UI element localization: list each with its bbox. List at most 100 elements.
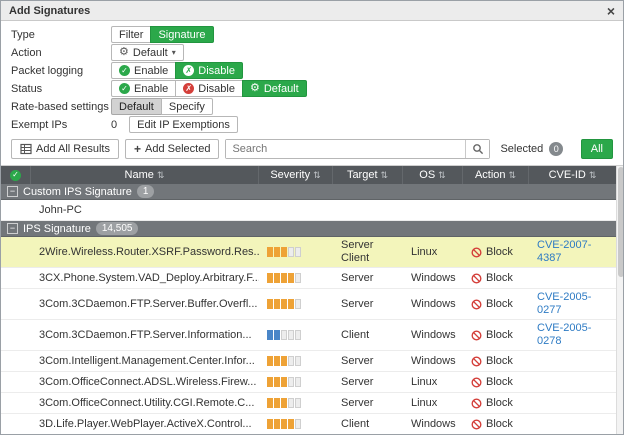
table-row[interactable]: 3Com.3CDaemon.FTP.Server.Information...C… — [1, 320, 616, 351]
search-button[interactable] — [465, 140, 489, 158]
table-toolbar: Add All Results + Add Selected Selected … — [1, 135, 623, 165]
action-cell: Block — [463, 372, 529, 392]
row-select-cell[interactable] — [1, 393, 31, 413]
search-input[interactable] — [226, 140, 465, 158]
signature-name-cell: 3Com.3CDaemon.FTP.Server.Buffer.Overfl..… — [31, 289, 259, 319]
target-value: Server — [341, 272, 373, 285]
group-label: Custom IPS Signature — [23, 186, 132, 198]
action-cell — [463, 200, 529, 220]
table-row[interactable]: 3Com.3CDaemon.FTP.Server.Buffer.Overfl..… — [1, 289, 616, 320]
group-header-row[interactable]: −Custom IPS Signature1 — [1, 184, 616, 200]
status-enable-button[interactable]: ✓ Enable — [111, 80, 176, 97]
add-all-results-button[interactable]: Add All Results — [11, 139, 119, 159]
add-selected-button[interactable]: + Add Selected — [125, 139, 219, 159]
type-signature-button[interactable]: Signature — [150, 26, 213, 43]
table-row[interactable]: 2Wire.Wireless.Router.XSRF.Password.Res.… — [1, 237, 616, 268]
column-header-cve-id[interactable]: CVE-ID ⇅ — [529, 166, 616, 184]
status-default-button[interactable]: ⚙ Default — [242, 80, 307, 97]
signatures-table: ✓ Name ⇅ Severity ⇅ Target ⇅ OS ⇅ — [1, 166, 616, 434]
column-header-select[interactable]: ✓ — [1, 166, 31, 184]
status-disable-button[interactable]: ✗ Disable — [175, 80, 243, 97]
rate-default-button[interactable]: Default — [111, 98, 162, 115]
rate-specify-button[interactable]: Specify — [161, 98, 213, 115]
type-filter-button[interactable]: Filter — [111, 26, 151, 43]
action-label: Block — [486, 329, 513, 342]
group-count-badge: 14,505 — [96, 222, 139, 235]
row-select-cell[interactable] — [1, 351, 31, 371]
add-all-results-label: Add All Results — [36, 143, 110, 155]
selected-count-badge: 0 — [549, 142, 563, 156]
row-select-cell[interactable] — [1, 268, 31, 288]
collapse-icon[interactable]: − — [7, 223, 18, 234]
exempt-ips-label: Exempt IPs — [11, 119, 111, 131]
action-dropdown[interactable]: ⚙ Default ▾ — [111, 44, 184, 61]
table-row[interactable]: 3Com.Intelligent.Management.Center.Infor… — [1, 351, 616, 372]
column-label: Name — [125, 169, 154, 181]
row-select-cell[interactable] — [1, 289, 31, 319]
table-row[interactable]: 3Com.OfficeConnect.ADSL.Wireless.Firew..… — [1, 372, 616, 393]
close-icon[interactable]: × — [607, 4, 615, 18]
row-select-cell[interactable] — [1, 414, 31, 434]
row-select-cell[interactable] — [1, 200, 31, 220]
vertical-scrollbar[interactable] — [616, 166, 623, 434]
packet-logging-enable-button[interactable]: ✓ Enable — [111, 62, 176, 79]
cve-link — [529, 268, 616, 288]
cve-link[interactable]: CVE-2007-4387 — [529, 237, 616, 267]
column-header-name[interactable]: Name ⇅ — [31, 166, 259, 184]
os-cell: Windows — [403, 289, 463, 319]
target-cell: Client — [333, 320, 403, 350]
row-select-cell[interactable] — [1, 320, 31, 350]
action-cell: Block — [463, 268, 529, 288]
action-cell: Block — [463, 320, 529, 350]
check-circle-icon: ✓ — [10, 170, 21, 181]
column-header-severity[interactable]: Severity ⇅ — [259, 166, 333, 184]
table-row[interactable]: John-PC — [1, 200, 616, 221]
action-label: Block — [486, 355, 513, 368]
severity-cell — [259, 237, 333, 267]
cve-link[interactable]: CVE-2005-0278 — [529, 320, 616, 350]
severity-cell — [259, 393, 333, 413]
block-icon — [471, 330, 482, 341]
column-header-target[interactable]: Target ⇅ — [333, 166, 403, 184]
add-selected-label: Add Selected — [145, 143, 210, 155]
block-icon — [471, 299, 482, 310]
action-label: Action — [11, 47, 111, 59]
table-row[interactable]: 3CX.Phone.System.VAD_Deploy.Arbitrary.F.… — [1, 268, 616, 289]
target-cell: Server — [333, 372, 403, 392]
os-cell: Linux — [403, 393, 463, 413]
group-header-row[interactable]: −IPS Signature14,505 — [1, 221, 616, 237]
all-filter-button[interactable]: All — [581, 139, 613, 159]
search-icon — [472, 143, 484, 155]
table-grid-icon — [20, 143, 32, 155]
scrollbar-thumb[interactable] — [618, 167, 623, 277]
packet-logging-disable-button[interactable]: ✗ Disable — [175, 62, 243, 79]
cve-link — [529, 351, 616, 371]
block-icon — [471, 356, 482, 367]
action-label: Block — [486, 246, 513, 259]
table-body: −Custom IPS Signature1John-PC−IPS Signat… — [1, 184, 616, 434]
packet-logging-segmented: ✓ Enable ✗ Disable — [111, 62, 243, 79]
target-cell: Server — [333, 351, 403, 371]
rate-based-row: Rate-based settings Default Specify — [11, 98, 613, 115]
signature-name-cell: 3CX.Phone.System.VAD_Deploy.Arbitrary.F.… — [31, 268, 259, 288]
cve-link[interactable]: CVE-2005-0277 — [529, 289, 616, 319]
os-cell: Windows — [403, 320, 463, 350]
severity-cell — [259, 268, 333, 288]
edit-ip-exemptions-button[interactable]: Edit IP Exemptions — [129, 116, 238, 133]
row-select-cell[interactable] — [1, 372, 31, 392]
collapse-icon[interactable]: − — [7, 186, 18, 197]
status-row: Status ✓ Enable ✗ Disable ⚙ Default — [11, 80, 613, 97]
sort-icon: ⇅ — [157, 170, 165, 181]
os-cell — [403, 200, 463, 220]
os-cell: Windows — [403, 414, 463, 434]
row-select-cell[interactable] — [1, 237, 31, 267]
table-row[interactable]: 3Com.OfficeConnect.Utility.CGI.Remote.C.… — [1, 393, 616, 414]
column-header-action[interactable]: Action ⇅ — [463, 166, 529, 184]
signature-name-cell: 3Com.OfficeConnect.ADSL.Wireless.Firew..… — [31, 372, 259, 392]
table-row[interactable]: 3D.Life.Player.WebPlayer.ActiveX.Control… — [1, 414, 616, 434]
action-label: Block — [486, 376, 513, 389]
cve-link — [529, 372, 616, 392]
action-label: Block — [486, 272, 513, 285]
target-value: Client — [341, 418, 369, 431]
column-header-os[interactable]: OS ⇅ — [403, 166, 463, 184]
